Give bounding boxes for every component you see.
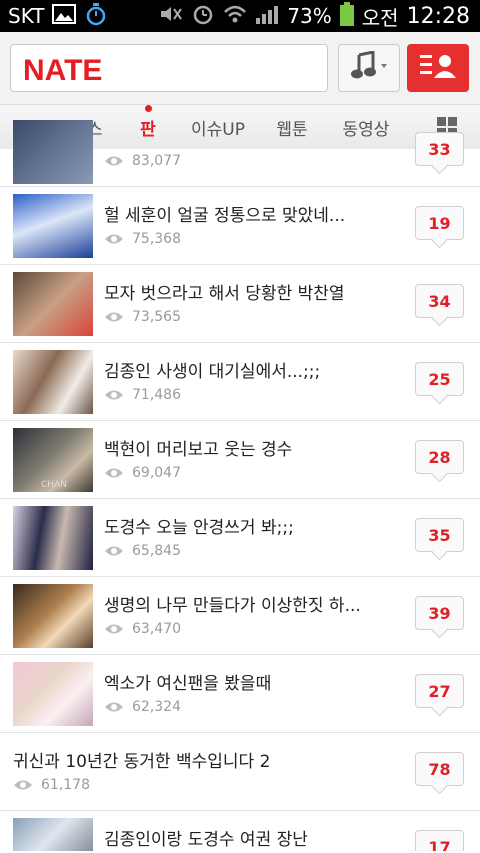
- comment-count-badge: 34: [415, 284, 464, 318]
- comment-count-badge: 27: [415, 674, 464, 708]
- logo-text: NATE: [23, 54, 102, 85]
- eye-icon: [105, 468, 123, 478]
- post-title: 백현이 머리보고 웃는 경수: [104, 440, 293, 460]
- list-item[interactable]: 모자 벗으라고 해서 당황한 박찬열 73,565 34: [0, 265, 480, 343]
- thumbnail: [13, 194, 93, 258]
- comment-count-badge: 35: [415, 518, 464, 552]
- view-count: 71,486: [104, 387, 181, 403]
- eye-icon: [105, 312, 123, 322]
- music-button[interactable]: [338, 44, 400, 92]
- view-count: 65,845: [104, 543, 181, 559]
- tab-issue-up[interactable]: 이슈UP: [178, 115, 258, 140]
- view-count: 62,324: [104, 699, 181, 715]
- list-item[interactable]: 헐 세훈이 얼굴 정통으로 맞았네... 75,368 19: [0, 187, 480, 265]
- battery-percent: 73%: [287, 4, 332, 28]
- stopwatch-icon: [84, 2, 108, 31]
- post-title: 김종인이랑 도경수 여권 장난: [104, 830, 308, 850]
- eye-icon: [105, 702, 123, 712]
- list-item[interactable]: 엑소가 여신팬을 봤을때 62,324 27: [0, 655, 480, 733]
- gallery-icon: [52, 3, 77, 29]
- eye-icon: [14, 780, 32, 790]
- time-ampm: 오전: [361, 5, 399, 30]
- eye-icon: [105, 156, 123, 166]
- tab-webtoon[interactable]: 웹툰: [258, 115, 326, 140]
- battery-icon: [339, 1, 354, 31]
- list-item[interactable]: 도경수 오늘 안경쓰거 봐;;; 65,845 35: [0, 499, 480, 577]
- tab-pann[interactable]: 판: [118, 104, 178, 140]
- post-title: 헐 세훈이 얼굴 정통으로 맞았네...: [104, 206, 346, 226]
- view-count: 75,368: [104, 231, 181, 247]
- view-count: 61,178: [13, 777, 90, 793]
- thumbnail: [13, 506, 93, 570]
- comment-count-badge: 28: [415, 440, 464, 474]
- active-dot: [145, 104, 152, 112]
- alarm-icon: [191, 2, 215, 31]
- eye-icon: [105, 624, 123, 634]
- user-list-icon: [418, 52, 458, 84]
- list-item[interactable]: 귀신과 10년간 동거한 백수입니다 2 61,178 78: [0, 733, 480, 811]
- view-count: 63,470: [104, 621, 181, 637]
- thumbnail: [13, 120, 93, 184]
- comment-count-badge: 19: [415, 206, 464, 240]
- thumbnail: [13, 818, 93, 851]
- my-menu-button[interactable]: [407, 44, 469, 92]
- status-bar: SKT 73% 오전 12:28: [0, 0, 480, 32]
- comment-count-badge: 17: [415, 830, 464, 851]
- thumbnail: [13, 584, 93, 648]
- eye-icon: [105, 390, 123, 400]
- list-item[interactable]: 83,077 33: [0, 120, 480, 187]
- post-title: 도경수 오늘 안경쓰거 봐;;;: [104, 518, 294, 538]
- search-box[interactable]: NATE: [10, 44, 328, 92]
- post-title: 모자 벗으라고 해서 당황한 박찬열: [104, 284, 345, 304]
- post-list: 83,077 33 헐 세훈이 얼굴 정통으로 맞았네... 75,368 19…: [0, 120, 480, 851]
- post-title: 김종인 사생이 대기실에서...;;;: [104, 362, 321, 382]
- list-item[interactable]: 생명의 나무 만들다가 이상한짓 하... 63,470 39: [0, 577, 480, 655]
- tab-video[interactable]: 동영상: [326, 115, 406, 140]
- list-item[interactable]: 김종인이랑 도경수 여권 장난 17: [0, 811, 480, 851]
- list-item[interactable]: 김종인 사생이 대기실에서...;;; 71,486 25: [0, 343, 480, 421]
- post-title: 귀신과 10년간 동거한 백수입니다 2: [13, 752, 271, 772]
- music-note-icon: [349, 50, 389, 85]
- view-count: 69,047: [104, 465, 181, 481]
- post-title: 엑소가 여신팬을 봤을때: [104, 674, 272, 694]
- thumbnail: CHAN: [13, 428, 93, 492]
- eye-icon: [105, 234, 123, 244]
- app-header: NATE: [0, 32, 480, 105]
- clock: 12:28: [406, 3, 470, 29]
- view-count: 73,565: [104, 309, 181, 325]
- thumbnail: [13, 662, 93, 726]
- comment-count-badge: 33: [415, 132, 464, 166]
- post-title: 생명의 나무 만들다가 이상한짓 하...: [104, 596, 361, 616]
- eye-icon: [105, 546, 123, 556]
- thumbnail: [13, 272, 93, 336]
- wifi-icon: [223, 4, 247, 29]
- carrier-label: SKT: [8, 4, 45, 28]
- comment-count-badge: 25: [415, 362, 464, 396]
- view-count: 83,077: [104, 153, 181, 169]
- nate-logo: NATE: [23, 53, 133, 89]
- thumbnail: [13, 350, 93, 414]
- signal-icon: [255, 4, 279, 29]
- comment-count-badge: 39: [415, 596, 464, 630]
- comment-count-badge: 78: [415, 752, 464, 786]
- list-item[interactable]: CHAN 백현이 머리보고 웃는 경수 69,047 28: [0, 421, 480, 499]
- thumb-overlay-text: CHAN: [41, 480, 67, 490]
- mute-icon: [159, 4, 183, 29]
